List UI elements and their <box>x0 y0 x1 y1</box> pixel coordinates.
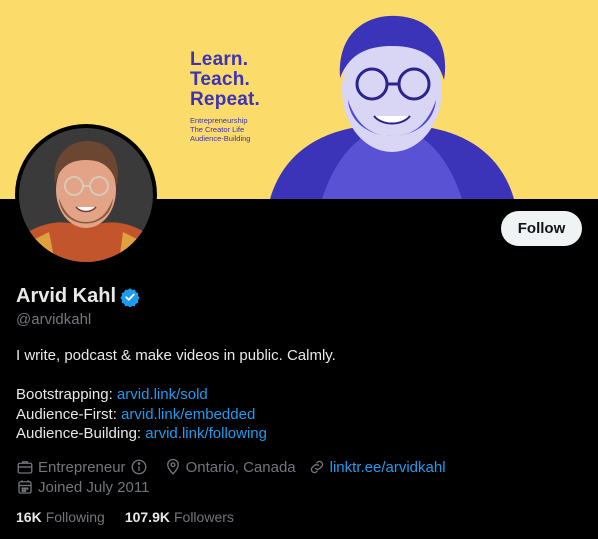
banner-headline-line: Repeat. <box>190 89 261 110</box>
followers-count: 107.9K <box>124 509 170 525</box>
following-link[interactable]: 16K Following <box>16 509 105 525</box>
following-label: Following <box>45 509 105 525</box>
bio-link-label: Audience-Building: <box>16 425 146 442</box>
bio-spacer <box>16 366 576 386</box>
profile-name: Arvid Kahl <box>16 285 117 307</box>
banner-headline-line: Learn. <box>190 49 249 70</box>
bio-link-label: Bootstrapping: <box>16 386 117 403</box>
banner-headline-line: Teach. <box>190 69 250 90</box>
banner-topics: Entrepreneurship The Creator Life Audien… <box>190 116 260 143</box>
profile-meta-row: Entrepreneur Ontario, Canada linktr.ee/a… <box>16 458 446 476</box>
bio-link-row: Bootstrapping: arvid.link/sold <box>16 385 576 405</box>
profile-joined-date: Joined July 2011 <box>38 478 150 496</box>
bio-text: I write, podcast & make videos in public… <box>16 347 336 364</box>
profile-category: Entrepreneur <box>38 458 126 476</box>
profile-handle: @arvidkahl <box>16 311 92 328</box>
info-icon[interactable] <box>130 458 148 476</box>
banner-topic: The Creator Life <box>190 125 245 134</box>
banner-headline: Learn. Teach. Repeat. <box>190 50 260 110</box>
followers-label: Followers <box>173 509 234 525</box>
calendar-icon <box>16 478 34 496</box>
link-icon <box>308 458 326 476</box>
bio-link[interactable]: arvid.link/following <box>145 425 267 442</box>
profile-joined-row: Joined July 2011 <box>16 478 149 496</box>
bio-link[interactable]: arvid.link/sold <box>117 386 208 403</box>
location-icon <box>164 458 182 476</box>
following-count: 16K <box>16 509 42 525</box>
banner-topic: Audience-Building <box>190 134 251 143</box>
briefcase-icon <box>16 458 34 476</box>
profile-location: Ontario, Canada <box>185 458 296 476</box>
follow-button[interactable]: Follow <box>501 211 582 246</box>
profile-stats: 16K Following 107.9K Followers <box>16 509 234 525</box>
profile-name-row: Arvid Kahl <box>16 285 140 308</box>
bio-link[interactable]: arvid.link/embedded <box>121 406 255 423</box>
banner-portrait-image <box>270 15 514 199</box>
banner-text-block: Learn. Teach. Repeat. Entrepreneurship T… <box>190 50 260 144</box>
banner-topic: Entrepreneurship <box>190 116 248 125</box>
verified-badge-icon[interactable] <box>120 287 140 307</box>
profile-website-link[interactable]: linktr.ee/arvidkahl <box>330 459 446 476</box>
followers-link[interactable]: 107.9K Followers <box>125 509 234 525</box>
bio-link-row: Audience-First: arvid.link/embedded <box>16 405 576 425</box>
profile-bio: I write, podcast & make videos in public… <box>16 346 576 444</box>
bio-link-label: Audience-First: <box>16 405 122 423</box>
avatar-photo <box>19 128 153 262</box>
bio-link-row: Audience-Building: arvid.link/following <box>16 424 576 444</box>
avatar[interactable] <box>19 128 153 262</box>
avatar-ring[interactable] <box>15 124 157 266</box>
